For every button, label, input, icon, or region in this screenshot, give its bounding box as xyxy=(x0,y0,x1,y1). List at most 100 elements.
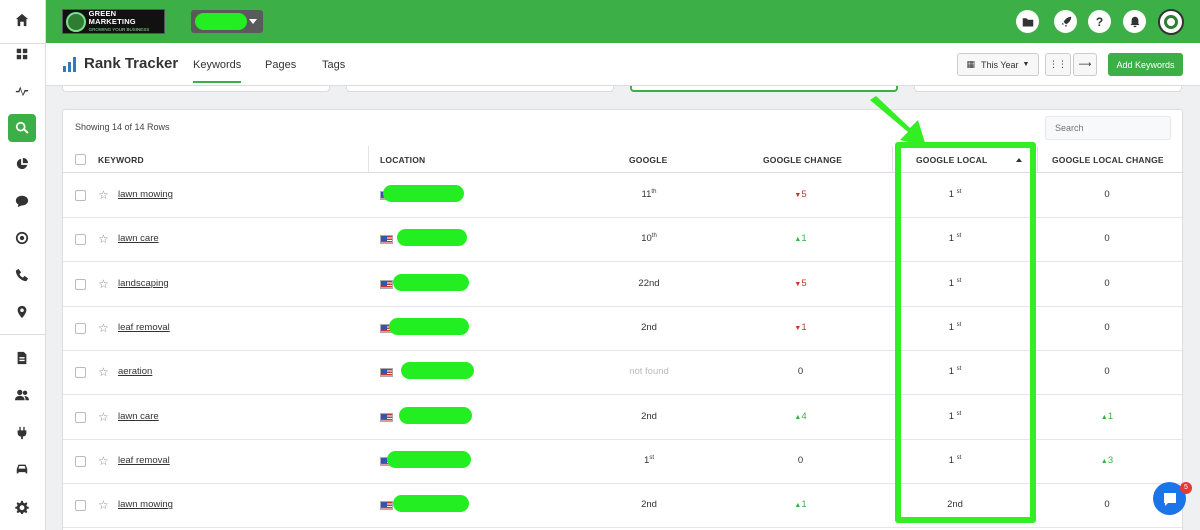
star-icon[interactable]: ☆ xyxy=(98,498,109,512)
activity-icon[interactable] xyxy=(8,76,36,104)
document-icon[interactable] xyxy=(8,344,36,372)
star-icon[interactable]: ☆ xyxy=(98,277,109,291)
header-keyword[interactable]: KEYWORD xyxy=(98,155,144,165)
us-flag-icon xyxy=(380,501,393,511)
keyword-link[interactable]: landscaping xyxy=(118,278,169,289)
phone-icon[interactable] xyxy=(8,261,36,289)
google-rank: 11th xyxy=(609,189,689,200)
row-checkbox[interactable] xyxy=(75,367,86,379)
header-google-change[interactable]: GOOGLE CHANGE xyxy=(763,155,842,165)
search-icon[interactable] xyxy=(8,114,36,142)
row-count: Showing 14 of 14 Rows xyxy=(75,122,170,132)
car-icon[interactable] xyxy=(8,455,36,483)
us-flag-icon xyxy=(380,368,393,378)
folder-icon[interactable] xyxy=(1016,10,1039,33)
bell-icon[interactable] xyxy=(1123,10,1146,33)
bar-chart-icon xyxy=(63,57,77,72)
help-icon[interactable]: ? xyxy=(1088,10,1111,33)
star-icon[interactable]: ☆ xyxy=(98,410,109,424)
keyword-link[interactable]: leaf removal xyxy=(118,455,170,466)
star-icon[interactable]: ☆ xyxy=(98,232,109,246)
star-icon[interactable]: ☆ xyxy=(98,454,109,468)
google-local-change-value: 0 xyxy=(1104,366,1110,378)
column-divider xyxy=(368,146,369,173)
home-icon[interactable] xyxy=(8,6,36,34)
logo-line1: GREEN MARKETING xyxy=(88,8,136,26)
target-icon[interactable] xyxy=(8,224,36,252)
column-divider xyxy=(1037,146,1038,173)
google-local-change: 0 xyxy=(1067,278,1147,289)
star-icon[interactable]: ☆ xyxy=(98,188,109,202)
keyword-link[interactable]: lawn care xyxy=(118,233,159,244)
us-flag-icon xyxy=(380,235,393,245)
google-change-value: 5 xyxy=(801,277,807,289)
google-local-change-value: 0 xyxy=(1104,277,1110,289)
google-rank-value: 2nd xyxy=(641,499,657,511)
account-switcher[interactable] xyxy=(191,10,263,33)
share-icon: ⟶ xyxy=(1078,59,1092,69)
google-local-change-value: 0 xyxy=(1104,189,1110,200)
chat-icon[interactable] xyxy=(8,187,36,215)
google-change-value: 0 xyxy=(797,454,804,466)
header-location[interactable]: LOCATION xyxy=(380,155,425,165)
row-checkbox[interactable] xyxy=(75,411,86,423)
google-rank-suffix: th xyxy=(651,189,657,195)
google-local-change: 0 xyxy=(1067,366,1147,377)
date-range-dropdown[interactable]: ▦ This Year ▼ xyxy=(957,53,1039,76)
pie-chart-icon[interactable] xyxy=(8,150,36,178)
google-local-change-value: 0 xyxy=(1104,321,1110,333)
keyword-link[interactable]: aeration xyxy=(118,366,152,377)
help-label: ? xyxy=(1095,14,1104,29)
redacted-account-name xyxy=(195,13,247,30)
row-checkbox[interactable] xyxy=(75,455,86,467)
row-checkbox[interactable] xyxy=(75,190,86,201)
summary-card-selected[interactable] xyxy=(630,86,898,92)
map-pin-icon[interactable] xyxy=(8,298,36,326)
keyword-link[interactable]: leaf removal xyxy=(118,322,170,333)
select-all-checkbox[interactable] xyxy=(75,154,86,165)
tab-keywords[interactable]: Keywords xyxy=(193,59,242,83)
row-checkbox[interactable] xyxy=(75,234,86,246)
google-rank: 1st xyxy=(609,455,689,466)
plug-icon[interactable] xyxy=(8,419,36,447)
user-avatar[interactable] xyxy=(1158,9,1184,35)
keyword-link[interactable]: lawn mowing xyxy=(118,189,173,200)
sidebar-divider xyxy=(0,334,46,335)
page-header: Rank Tracker Keywords Pages Tags ▦ This … xyxy=(46,43,1200,86)
search-input[interactable] xyxy=(1045,116,1171,140)
column-settings-button[interactable]: ⋮⋮ xyxy=(1045,53,1071,76)
star-icon[interactable]: ☆ xyxy=(98,321,109,335)
google-change: ▼5 xyxy=(763,189,838,200)
summary-card[interactable] xyxy=(346,86,614,92)
chevron-down-icon xyxy=(249,19,257,24)
google-change: ▼5 xyxy=(763,278,838,289)
share-button[interactable]: ⟶ xyxy=(1073,53,1097,76)
row-checkbox[interactable] xyxy=(75,500,86,512)
grid-icon[interactable] xyxy=(8,40,36,68)
keyword-link[interactable]: lawn mowing xyxy=(118,499,173,510)
keyword-link[interactable]: lawn care xyxy=(118,411,159,422)
tab-tags[interactable]: Tags xyxy=(322,59,345,71)
row-checkbox[interactable] xyxy=(75,278,86,290)
summary-card[interactable] xyxy=(914,86,1182,92)
google-rank-value: not found xyxy=(629,366,669,378)
users-icon[interactable] xyxy=(8,381,36,409)
google-rank-value: 2nd xyxy=(641,410,657,422)
google-rank-suffix: st xyxy=(649,454,654,461)
summary-card[interactable] xyxy=(62,86,330,92)
google-change-value: 1 xyxy=(801,499,807,511)
redacted-location xyxy=(401,362,474,380)
company-logo[interactable]: GREEN MARKETING GROWING YOUR BUSINESS xyxy=(62,9,165,34)
google-local-change: 0 xyxy=(1067,499,1147,510)
google-rank-value: 11 xyxy=(641,189,652,201)
row-checkbox[interactable] xyxy=(75,322,86,334)
header-google[interactable]: GOOGLE xyxy=(629,155,668,165)
add-keywords-button[interactable]: Add Keywords xyxy=(1108,53,1183,76)
star-icon[interactable]: ☆ xyxy=(98,365,109,379)
tab-pages[interactable]: Pages xyxy=(265,59,296,71)
header-google-local-change[interactable]: GOOGLE LOCAL CHANGE xyxy=(1052,155,1164,165)
google-local-change: 0 xyxy=(1067,233,1147,244)
rocket-icon[interactable] xyxy=(1054,10,1077,33)
gear-icon[interactable] xyxy=(8,493,36,521)
redacted-location xyxy=(389,317,469,335)
